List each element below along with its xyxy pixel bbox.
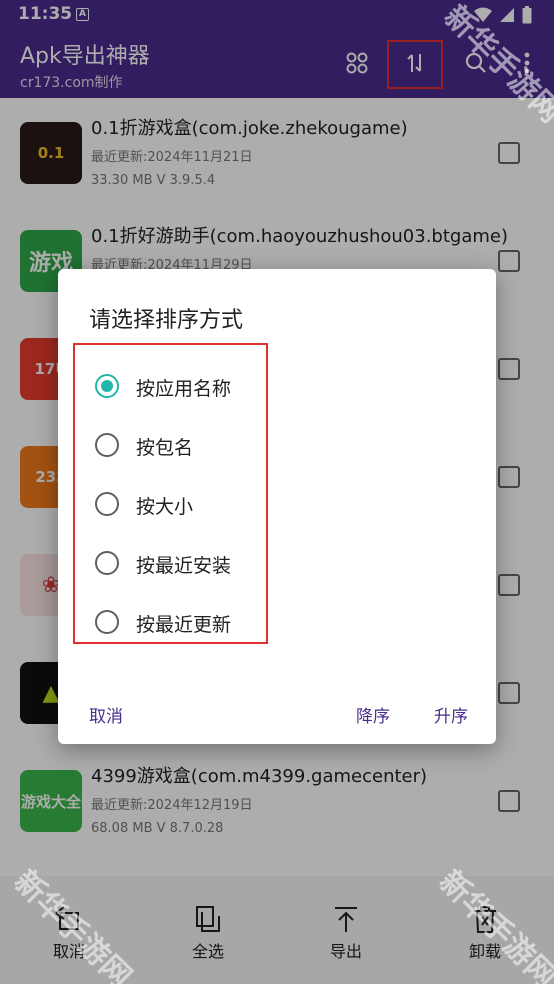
radio-button[interactable]	[95, 551, 119, 575]
radio-button[interactable]	[95, 610, 119, 634]
descending-button[interactable]: 降序	[356, 702, 390, 727]
sort-option-label: 按应用名称	[136, 378, 232, 400]
sort-option-label: 按大小	[136, 496, 194, 518]
radio-button[interactable]	[95, 492, 119, 516]
sort-option[interactable]: 按大小	[75, 479, 270, 529]
sort-option-label: 按最近安装	[136, 555, 232, 577]
sort-dialog: 请选择排序方式 按应用名称按包名按大小按最近安装按最近更新 取消 降序 升序	[58, 269, 496, 744]
sort-option[interactable]: 按应用名称	[75, 361, 270, 411]
dialog-title: 请选择排序方式	[89, 308, 244, 333]
ascending-button[interactable]: 升序	[434, 702, 468, 727]
radio-button[interactable]	[95, 374, 119, 398]
sort-option-label: 按包名	[136, 437, 194, 459]
radio-button[interactable]	[95, 433, 119, 457]
dialog-cancel-button[interactable]: 取消	[89, 702, 123, 727]
sort-options-highlight: 按应用名称按包名按大小按最近安装按最近更新	[73, 343, 268, 644]
sort-option[interactable]: 按包名	[75, 420, 270, 470]
sort-option-label: 按最近更新	[136, 614, 232, 636]
sort-option[interactable]: 按最近安装	[75, 538, 270, 588]
sort-option[interactable]: 按最近更新	[75, 597, 270, 647]
